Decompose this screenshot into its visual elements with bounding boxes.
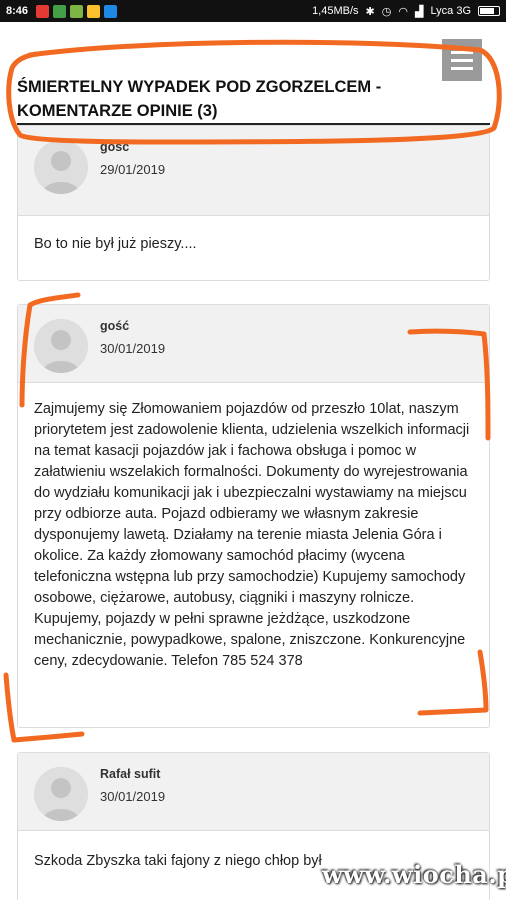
page: ŚMIERTELNY WYPADEK POD ZGORZELCEM - KOME… — [0, 22, 506, 900]
signal-icon: ▟ — [414, 5, 424, 18]
app-notification-icon — [70, 4, 84, 18]
app-notification-icon — [53, 4, 67, 18]
status-time: 8:46 — [6, 5, 29, 17]
comment-date: 29/01/2019 — [100, 162, 166, 177]
page-title: ŚMIERTELNY WYPADEK POD ZGORZELCEM - KOME… — [17, 78, 382, 120]
app-notification-icon — [104, 4, 118, 18]
comment-header: gość 30/01/2019 — [18, 305, 489, 383]
carrier-name: Lyca 3G — [430, 5, 471, 17]
watermark: www.wiocha.pl — [322, 860, 506, 889]
comment-header: gość 29/01/2019 — [18, 126, 489, 216]
battery-icon — [478, 6, 500, 16]
comment-author: gość — [100, 140, 130, 154]
comment-card: gość 29/01/2019 Bo to nie był już pieszy… — [17, 125, 490, 281]
avatar — [34, 140, 88, 194]
app-notification-icon — [87, 4, 101, 18]
bluetooth-icon: ✱ — [365, 5, 375, 18]
comment-text: Zajmujemy się Złomowaniem pojazdów od pr… — [34, 401, 470, 669]
comment-header: Rafał sufit 30/01/2019 — [18, 753, 489, 831]
alarm-icon: ◷ — [381, 5, 392, 18]
avatar — [34, 767, 88, 821]
comment-author: Rafał sufit — [100, 767, 161, 781]
comment-text: Bo to nie był już pieszy.... — [34, 236, 197, 252]
comment-author: gość — [100, 319, 130, 333]
comment-date: 30/01/2019 — [100, 789, 166, 804]
wifi-icon: ◠ — [398, 5, 408, 18]
avatar — [34, 319, 88, 373]
comment-card: gość 30/01/2019 Zajmujemy się Złomowanie… — [17, 304, 490, 728]
status-bar: 8:46 1,45MB/s ✱ ◷ ◠ ▟ Lyca 3G — [0, 0, 506, 22]
comment-date: 30/01/2019 — [100, 341, 166, 356]
app-notification-icon — [36, 4, 50, 18]
network-speed: 1,45MB/s — [312, 5, 359, 17]
